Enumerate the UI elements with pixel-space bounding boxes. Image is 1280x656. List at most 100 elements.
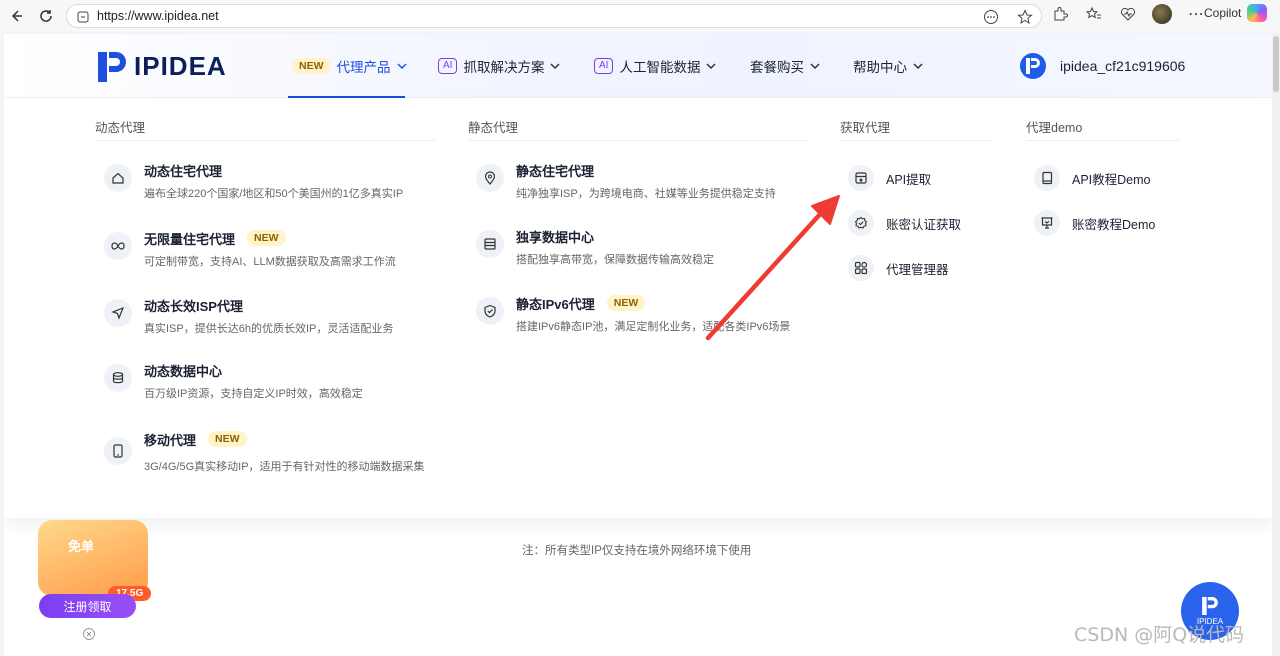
copilot-label: Copilot bbox=[1204, 6, 1242, 20]
user-avatar-icon bbox=[1020, 53, 1046, 79]
phone-icon bbox=[104, 437, 132, 465]
home-icon bbox=[104, 164, 132, 192]
address-bar[interactable]: https://www.ipidea.net bbox=[66, 4, 1042, 28]
nav-label: 套餐购买 bbox=[750, 60, 804, 75]
item-title: 移动代理 bbox=[144, 432, 197, 448]
column-title-dynamic: 动态代理 bbox=[95, 121, 146, 135]
location-icon bbox=[476, 164, 504, 192]
menu-item-proxy-manager[interactable]: 代理管理器 bbox=[848, 255, 949, 281]
browser-toolbar: https://www.ipidea.net ⋯ Copilot bbox=[0, 0, 1280, 32]
item-title: 无限量住宅代理 bbox=[144, 231, 236, 247]
item-label: API教程Demo bbox=[1072, 172, 1151, 187]
menu-item-api-extract[interactable]: API提取 bbox=[848, 165, 931, 191]
promo-widget[interactable]: 免单 17.5G 注册领取 ✕ bbox=[24, 516, 164, 646]
health-icon[interactable] bbox=[1118, 4, 1138, 24]
menu-item-api-demo[interactable]: API教程Demo bbox=[1034, 165, 1151, 191]
column-title-static: 静态代理 bbox=[468, 121, 519, 135]
column-title-get-proxy: 获取代理 bbox=[840, 121, 891, 135]
gift-box-icon bbox=[38, 520, 148, 596]
nav-label: 帮助中心 bbox=[853, 60, 907, 75]
server-icon bbox=[476, 230, 504, 258]
close-icon[interactable]: ✕ bbox=[83, 628, 95, 640]
ipidea-logo-icon bbox=[1202, 596, 1218, 615]
ipidea-logo-icon bbox=[98, 51, 126, 82]
nav-label: 抓取解决方案 bbox=[463, 60, 545, 75]
column-title-demo: 代理demo bbox=[1026, 121, 1083, 135]
item-desc: 真实ISP，提供长达6h的优质长效IP，灵活适配业务 bbox=[144, 323, 394, 335]
new-badge: NEW bbox=[292, 58, 331, 74]
menu-item-credential-auth[interactable]: 账密认证获取 bbox=[848, 210, 961, 236]
shield-icon bbox=[476, 297, 504, 325]
chevron-down-icon bbox=[550, 63, 560, 70]
item-title: 静态IPv6代理 bbox=[516, 296, 595, 312]
new-badge: NEW bbox=[247, 230, 286, 246]
menu-item-unlimited-residential[interactable]: 无限量住宅代理 NEW 可定制带宽，支持AI、LLM数据获取及高需求工作流 bbox=[104, 228, 396, 269]
settings-more-icon[interactable]: ⋯ bbox=[1186, 4, 1206, 24]
item-title: 静态住宅代理 bbox=[516, 163, 595, 179]
item-title: 独享数据中心 bbox=[516, 229, 595, 245]
divider bbox=[1026, 140, 1180, 141]
divider bbox=[468, 140, 808, 141]
nav-ai-data[interactable]: AI 人工智能数据 bbox=[594, 34, 716, 98]
favorite-star-icon[interactable] bbox=[1015, 7, 1035, 27]
back-icon[interactable] bbox=[2, 2, 30, 30]
item-title: 动态数据中心 bbox=[144, 363, 223, 379]
site-logo[interactable]: IPIDEA bbox=[98, 51, 227, 82]
user-name: ipidea_cf21c919606 bbox=[1060, 58, 1186, 74]
ai-badge: AI bbox=[438, 58, 458, 74]
nav-help-center[interactable]: 帮助中心 bbox=[853, 34, 923, 98]
item-label: 账密认证获取 bbox=[886, 217, 962, 232]
book-icon bbox=[1034, 165, 1060, 191]
url-text: https://www.ipidea.net bbox=[97, 9, 219, 23]
new-badge: NEW bbox=[606, 295, 646, 311]
scrollbar-track[interactable] bbox=[1272, 34, 1280, 656]
database-icon bbox=[104, 364, 132, 392]
item-desc: 搭配独享高带宽，保障数据传输高效稳定 bbox=[516, 254, 714, 266]
item-desc: 3G/4G/5G真实移动IP，适用于有针对性的移动端数据采集 bbox=[144, 461, 425, 473]
profile-avatar[interactable] bbox=[1152, 4, 1172, 24]
nav-label: 人工智能数据 bbox=[619, 60, 701, 75]
extensions-icon[interactable] bbox=[1050, 4, 1070, 24]
proxy-products-dropdown: 动态代理 动态住宅代理 遍布全球220个国家/地区和50个美国州的1亿多真实IP… bbox=[4, 98, 1272, 518]
divider bbox=[95, 140, 435, 141]
menu-item-credential-demo[interactable]: 账密教程Demo bbox=[1034, 210, 1155, 236]
menu-item-dynamic-residential[interactable]: 动态住宅代理 遍布全球220个国家/地区和50个美国州的1亿多真实IP bbox=[104, 160, 403, 201]
item-desc: 遍布全球220个国家/地区和50个美国州的1亿多真实IP bbox=[144, 188, 404, 200]
refresh-icon[interactable] bbox=[32, 2, 60, 30]
nav-label: 代理产品 bbox=[336, 60, 391, 75]
item-title: 动态长效ISP代理 bbox=[144, 298, 243, 314]
register-claim-button[interactable]: 注册领取 bbox=[39, 594, 136, 618]
site-header: IPIDEA NEW 代理产品 AI 抓取解决方案 AI 人工智能数据 套餐购买… bbox=[4, 34, 1272, 99]
promo-tag: 免单 bbox=[68, 539, 95, 554]
site-info-icon[interactable] bbox=[76, 10, 90, 24]
menu-item-dynamic-datacenter[interactable]: 动态数据中心 百万级IP资源，支持自定义IP时效，高效稳定 bbox=[104, 360, 363, 401]
annotation-arrow bbox=[705, 195, 840, 341]
item-desc: 百万级IP资源，支持自定义IP时效，高效稳定 bbox=[144, 388, 363, 400]
presentation-icon bbox=[1034, 210, 1060, 236]
logo-text: IPIDEA bbox=[134, 51, 227, 81]
menu-item-mobile-proxy[interactable]: 移动代理 NEW 3G/4G/5G真实移动IP，适用于有针对性的移动端数据采集 bbox=[104, 429, 425, 474]
new-badge: NEW bbox=[208, 431, 247, 447]
item-label: 账密教程Demo bbox=[1072, 217, 1156, 232]
web-page: IPIDEA NEW 代理产品 AI 抓取解决方案 AI 人工智能数据 套餐购买… bbox=[4, 34, 1272, 656]
nav-scraping-solutions[interactable]: AI 抓取解决方案 bbox=[438, 34, 560, 98]
item-desc: 可定制带宽，支持AI、LLM数据获取及高需求工作流 bbox=[144, 256, 396, 268]
favorites-icon[interactable] bbox=[1084, 4, 1104, 24]
copilot-icon bbox=[1247, 4, 1268, 22]
menu-item-dynamic-isp[interactable]: 动态长效ISP代理 真实ISP，提供长达6h的优质长效IP，灵活适配业务 bbox=[104, 295, 393, 336]
menu-item-dedicated-datacenter[interactable]: 独享数据中心 搭配独享高带宽，保障数据传输高效稳定 bbox=[476, 226, 714, 267]
scrollbar-thumb[interactable] bbox=[1273, 36, 1279, 92]
ai-badge: AI bbox=[594, 58, 614, 74]
chevron-down-icon bbox=[396, 63, 407, 70]
chevron-down-icon bbox=[810, 63, 820, 70]
infinity-icon bbox=[104, 232, 132, 260]
ip-usage-note: 注：所有类型IP仅支持在境外网络环境下使用 bbox=[522, 545, 752, 557]
send-icon bbox=[104, 299, 132, 327]
item-title: 动态住宅代理 bbox=[144, 163, 223, 179]
nav-proxy-products[interactable]: NEW 代理产品 bbox=[292, 34, 407, 98]
watermark: CSDN @阿Q说代码 bbox=[1074, 624, 1245, 646]
copilot-button[interactable]: Copilot bbox=[1204, 4, 1268, 22]
nav-packages[interactable]: 套餐购买 bbox=[750, 34, 820, 98]
more-options-icon[interactable] bbox=[981, 7, 1001, 27]
user-menu[interactable]: ipidea_cf21c919606 bbox=[1020, 53, 1185, 79]
